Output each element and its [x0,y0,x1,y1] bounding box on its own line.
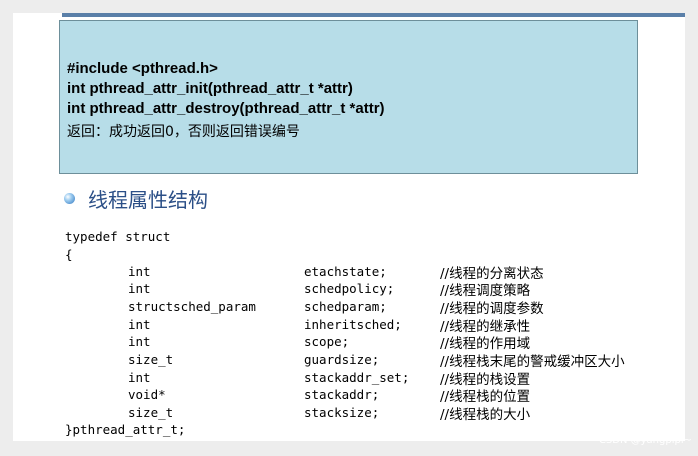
field-name: guardsize; [304,352,380,367]
field-comment: //线程调度策略 [440,283,531,299]
section-heading: 线程属性结构 [88,188,208,212]
struct-close-line: }pthread_attr_t; [65,422,186,437]
field-type: size_t [128,405,174,420]
field-comment: //线程的调度参数 [440,301,544,317]
api-signature-box: #include <pthread.h> int pthread_attr_in… [59,20,638,174]
return-description: 返回：成功返回0，否则返回错误编号 [67,124,300,140]
field-name: schedpolicy; [304,281,395,296]
field-type: structsched_param [128,299,256,314]
field-comment: //线程栈末尾的警戒缓冲区大小 [440,354,625,370]
field-type: void* [128,387,166,402]
field-name: scope; [304,334,350,349]
field-type: int [128,317,151,332]
slide-top-rule [62,13,685,17]
csdn-watermark: CSDN @yangpipi~ [598,435,692,446]
field-name: stackaddr_set; [304,370,410,385]
field-comment: //线程栈的大小 [440,407,531,423]
destroy-signature: int pthread_attr_destroy(pthread_attr_t … [67,100,385,117]
field-name: inheritsched; [304,317,402,332]
init-signature: int pthread_attr_init(pthread_attr_t *at… [67,80,353,97]
field-comment: //线程的作用域 [440,336,531,352]
field-name: schedparam; [304,299,387,314]
brace-open: { [65,247,73,262]
round-bullet-icon [64,193,75,204]
field-type: int [128,334,151,349]
field-type: int [128,281,151,296]
field-type: size_t [128,352,174,367]
typedef-line: typedef struct [65,229,171,244]
field-comment: //线程栈的位置 [440,389,531,405]
field-name: stackaddr; [304,387,380,402]
field-type: int [128,264,151,279]
field-name: etachstate; [304,264,387,279]
include-line: #include <pthread.h> [67,60,218,77]
field-name: stacksize; [304,405,380,420]
field-type: int [128,370,151,385]
